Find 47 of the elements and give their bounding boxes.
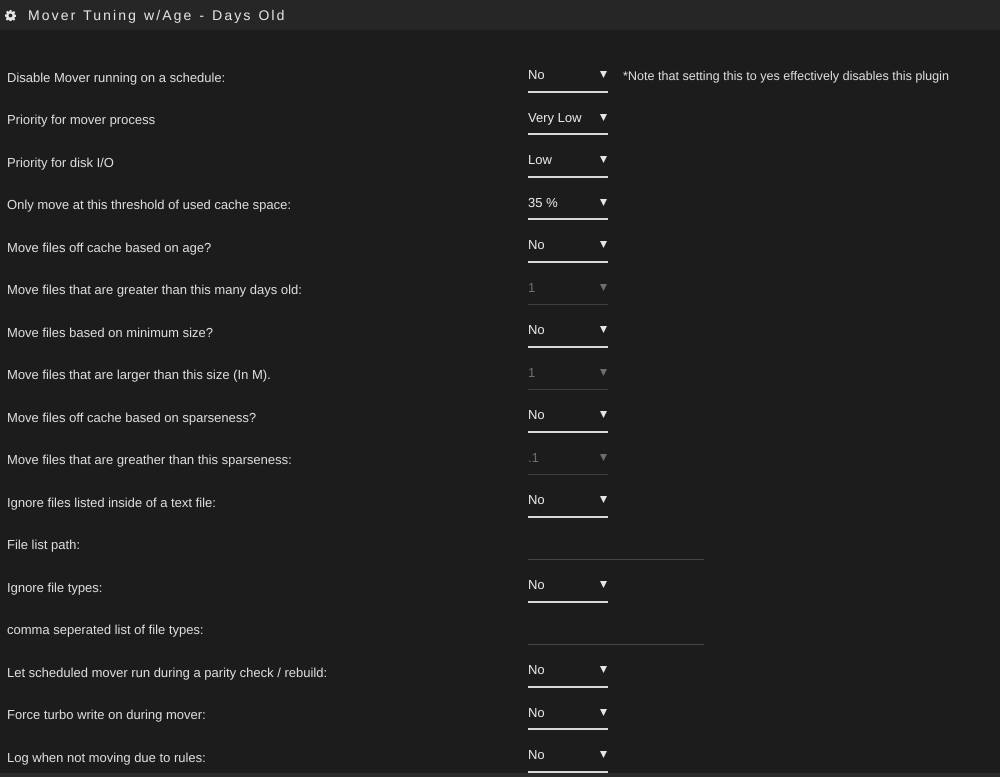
caret-down-icon — [600, 411, 607, 418]
caret-down-icon — [600, 198, 607, 206]
caret-down-icon — [600, 496, 607, 503]
dropdown[interactable]: Low — [528, 146, 608, 178]
caret-down-icon — [600, 368, 607, 376]
setting-label: Force turbo write on during mover: — [7, 707, 207, 722]
dropdown[interactable]: 35 % — [528, 189, 608, 220]
setting-label: Only move at this threshold of used cache space: — [7, 197, 292, 212]
caret-down-icon — [600, 708, 607, 716]
setting-label: Move files off cache based on sparseness? — [7, 410, 258, 424]
window-title: Mover Tuning w/Age - Days Old — [28, 7, 287, 23]
caret-down-icon — [600, 156, 607, 163]
caret-down-icon — [600, 114, 607, 120]
setting-label: Move files based on minimum size? — [7, 324, 214, 340]
caret-down-icon — [600, 751, 607, 758]
setting-label: Move files that are greater than this many days old: — [7, 282, 303, 297]
dropdown[interactable]: No — [528, 699, 608, 730]
setting-label: Priority for disk I/O — [7, 154, 115, 170]
setting-label: Log when not moving due to rules: — [7, 750, 207, 764]
setting-label: Let scheduled mover run during a parity check / rebuild: — [7, 664, 328, 680]
setting-label: Disable Mover running on a schedule: — [7, 70, 226, 84]
setting-label: File list path: — [7, 537, 81, 552]
settings-icon — [5, 10, 16, 20]
setting-label: Priority for mover process — [7, 112, 156, 127]
caret-down-icon — [600, 326, 607, 333]
setting-note: *Note that setting this to yes effectively disables this plugin — [623, 68, 949, 85]
setting-label: Move files off cache based on age? — [7, 240, 212, 254]
caret-down-icon — [600, 284, 607, 290]
dropdown[interactable]: No — [528, 62, 608, 92]
caret-down-icon — [600, 581, 607, 588]
dropdown[interactable]: No — [528, 742, 608, 772]
caret-down-icon — [600, 666, 607, 673]
setting-label: Ignore file types: — [7, 580, 104, 594]
caret-down-icon — [600, 71, 607, 78]
caret-down-icon — [600, 241, 607, 248]
setting-label: Move files that are greather than this sparseness: — [7, 452, 293, 467]
caret-down-icon — [600, 454, 607, 460]
dropdown[interactable]: No — [528, 402, 608, 432]
setting-label: Ignore files listed inside of a text file: — [7, 494, 217, 510]
setting-label: Move files that are larger than this size (In M). — [7, 367, 272, 382]
dropdown[interactable]: Very Low — [528, 104, 608, 135]
setting-label: comma seperated list of file types: — [7, 622, 205, 637]
dropdown[interactable]: No — [528, 232, 608, 262]
dropdown[interactable]: No — [528, 656, 608, 688]
dropdown[interactable]: No — [528, 316, 608, 348]
dropdown[interactable]: No — [528, 572, 608, 602]
dropdown[interactable]: No — [528, 486, 608, 518]
